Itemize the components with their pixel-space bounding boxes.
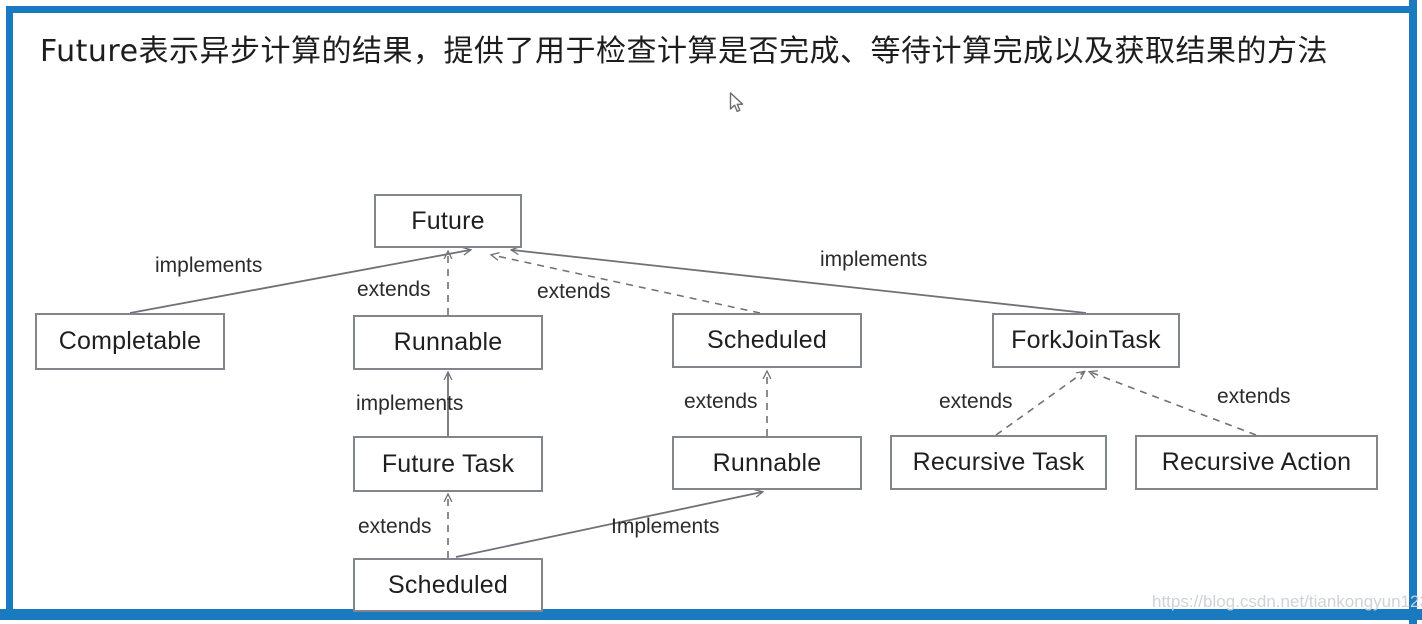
edge-label-runnable-future: extends (357, 278, 431, 301)
node-completable[interactable]: Completable (35, 313, 225, 370)
node-future-task[interactable]: Future Task (353, 436, 543, 492)
node-future[interactable]: Future (374, 194, 522, 248)
node-recursive-task[interactable]: Recursive Task (890, 435, 1107, 490)
edge-label-scheduledbottom-runnable: Implements (611, 515, 720, 538)
node-forkjointask[interactable]: ForkJoinTask (992, 313, 1180, 368)
edge-label-runnable-scheduled: extends (684, 390, 758, 413)
node-runnable-mid[interactable]: Runnable (672, 436, 862, 490)
edge-label-forkjointask-future: implements (820, 248, 928, 271)
node-runnable-top[interactable]: Runnable (353, 315, 543, 370)
node-recursive-action[interactable]: Recursive Action (1135, 435, 1378, 490)
edge-label-scheduled-future: extends (537, 280, 611, 303)
mouse-pointer-icon (729, 92, 744, 113)
edge-label-completable-future: implements (155, 254, 263, 277)
edge-scheduled-future (492, 255, 761, 314)
watermark: https://blog.csdn.net/tiankongyun123 (1152, 592, 1422, 611)
node-scheduled-mid[interactable]: Scheduled (672, 313, 862, 368)
edge-label-scheduledbottom-futuretask: extends (358, 515, 432, 538)
edge-label-recursivetask-fork: extends (939, 390, 1013, 413)
edge-label-recursiveaction-fork: extends (1217, 385, 1291, 408)
diagram-page: Future表示异步计算的结果，提供了用于检查计算是否完成、等待计算完成以及获取… (0, 0, 1422, 624)
edge-label-futuretask-runnable: implements (356, 392, 464, 415)
node-scheduled-bottom[interactable]: Scheduled (353, 558, 543, 612)
